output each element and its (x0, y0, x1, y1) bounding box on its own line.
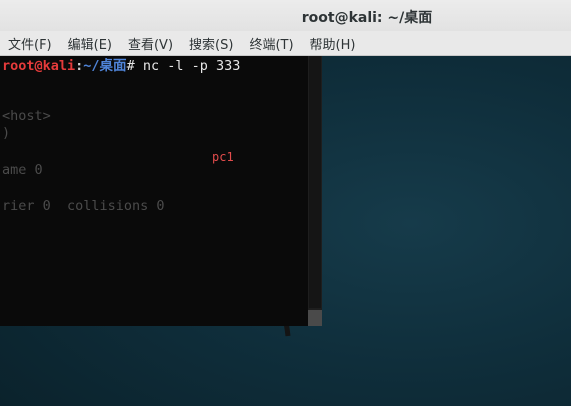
prompt-symbol: # (126, 58, 143, 74)
output-pc1: pc1 (212, 150, 234, 164)
scrollbar-track[interactable] (309, 56, 321, 308)
terminal-output[interactable]: root@kali:~/桌面# nc -l -p 333 <host> ) pc… (0, 56, 308, 326)
window-title: root@kali: ~/桌面 (301, 10, 433, 26)
terminal-scrollbar[interactable] (308, 56, 322, 326)
prompt-path: ~/桌面 (83, 58, 127, 74)
menu-bar: 文件(F) 编辑(E) 查看(V) 搜索(S) 终端(T) 帮助(H) (0, 31, 571, 56)
menu-edit[interactable]: 编辑(E) (68, 34, 112, 53)
output-frame: ame 0 (2, 162, 43, 178)
prompt-user: root@kali (2, 58, 76, 74)
menu-search[interactable]: 搜索(S) (189, 34, 233, 53)
command-text: nc -l -p 333 (142, 58, 241, 74)
scrollbar-thumb[interactable] (308, 310, 322, 326)
menu-view[interactable]: 查看(V) (128, 34, 173, 53)
menu-file[interactable]: 文件(F) (8, 34, 52, 53)
menu-help[interactable]: 帮助(H) (310, 34, 356, 53)
menu-terminal[interactable]: 终端(T) (249, 34, 293, 53)
desktop-background: root@kali: ~/桌面 文件(F) 编辑(E) 查看(V) 搜索(S) … (0, 0, 571, 406)
window-titlebar[interactable]: root@kali: ~/桌面 (0, 0, 571, 31)
output-carrier: rier 0 collisions 0 (2, 198, 165, 214)
prompt-line: root@kali:~/桌面# nc -l -p 333 (2, 57, 240, 75)
output-paren: ) (2, 125, 11, 141)
output-host: <host> (2, 108, 51, 124)
